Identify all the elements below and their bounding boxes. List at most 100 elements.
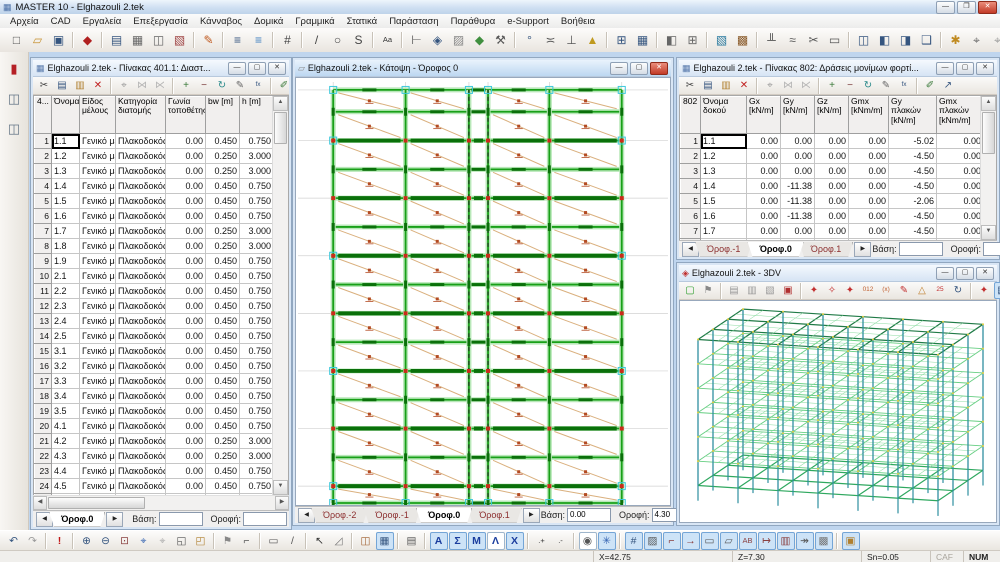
table-cell[interactable]: -11.38: [781, 194, 815, 209]
table-cell[interactable]: 0.250: [206, 149, 240, 164]
show-deck[interactable]: ▥: [777, 532, 795, 550]
split-cells[interactable]: ⋈: [134, 77, 151, 94]
table-cell[interactable]: 0.450: [206, 419, 240, 434]
menu-static[interactable]: Στατικά: [341, 14, 384, 28]
table-cell[interactable]: 0.00: [166, 389, 206, 404]
table-cell[interactable]: 0.450: [206, 464, 240, 479]
restore-button[interactable]: ❐: [957, 1, 976, 14]
table-cell[interactable]: 1.8: [52, 239, 80, 254]
table-cell[interactable]: 3.000: [240, 434, 273, 449]
row-number[interactable]: 22: [35, 449, 52, 464]
table-cell[interactable]: 1.6: [701, 209, 747, 224]
row-number[interactable]: 1: [681, 134, 701, 149]
table-cell[interactable]: 0.450: [206, 179, 240, 194]
table-cell[interactable]: 0.00: [166, 254, 206, 269]
table-cell[interactable]: 0.00: [166, 299, 206, 314]
window-cascade[interactable]: ◧: [875, 30, 895, 50]
row-number[interactable]: 6: [681, 209, 701, 224]
view3d-titlebar[interactable]: ◈ Elghazouli 2.tek - 3DV — ▢ ✕: [679, 265, 997, 282]
table-cell[interactable]: 0.00: [815, 134, 849, 149]
search-next[interactable]: ⌖: [967, 30, 987, 50]
table-cell[interactable]: 0.00: [166, 479, 206, 494]
layer-letter-a[interactable]: A: [430, 532, 448, 550]
table-cell[interactable]: 0.00: [815, 164, 849, 179]
table-cell[interactable]: 0.00: [747, 149, 781, 164]
table-cell[interactable]: Πλακοδοκός: [116, 404, 166, 419]
dims-numeric[interactable]: 012: [860, 282, 877, 299]
table-cell[interactable]: -4.50: [889, 179, 937, 194]
zoom-sheet[interactable]: ◰: [192, 532, 210, 550]
table-cell[interactable]: Γενικό με: [80, 149, 116, 164]
table-cell[interactable]: 3.3: [52, 374, 80, 389]
table-cell[interactable]: 0.00: [781, 134, 815, 149]
table-cell[interactable]: Πλακοδοκός: [116, 254, 166, 269]
table-cell[interactable]: 0.750: [240, 389, 273, 404]
table-cell[interactable]: 0.750: [240, 329, 273, 344]
table-cell[interactable]: Πλακοδοκός: [116, 134, 166, 149]
table-cell[interactable]: 0.450: [206, 329, 240, 344]
add-row[interactable]: +: [178, 77, 195, 94]
table-cell[interactable]: 0.450: [206, 314, 240, 329]
table-cell[interactable]: -11.38: [781, 179, 815, 194]
table-cell[interactable]: 0.00: [849, 209, 889, 224]
film-strip[interactable]: ▭: [825, 30, 845, 50]
table-cell[interactable]: 0.750: [240, 359, 273, 374]
show-walls[interactable]: ⌐: [663, 532, 681, 550]
table-cell[interactable]: Πλακοδοκός: [116, 419, 166, 434]
table-cell[interactable]: 1.1: [701, 134, 747, 149]
element-list[interactable]: ≡: [228, 30, 248, 50]
menu-structural[interactable]: Δομικά: [248, 14, 289, 28]
table-cell[interactable]: Γενικό με: [80, 284, 116, 299]
zoom-extents-3d[interactable]: ▢: [682, 282, 699, 299]
roof-input[interactable]: [243, 512, 287, 526]
menu-windows[interactable]: Παράθυρα: [445, 14, 502, 28]
storey-tab[interactable]: Όροφ.0: [49, 512, 105, 527]
minimize-button[interactable]: —: [936, 1, 955, 14]
plan-close[interactable]: ✕: [650, 62, 668, 75]
table-cell[interactable]: 3.000: [240, 224, 273, 239]
table-cell[interactable]: 0.00: [166, 194, 206, 209]
table-cell[interactable]: 0.00: [815, 194, 849, 209]
image-capture[interactable]: ▧: [170, 30, 190, 50]
row-number[interactable]: 7: [681, 224, 701, 239]
point-remove[interactable]: .-: [552, 532, 570, 550]
scroll-up-icon[interactable]: ▲: [981, 96, 996, 111]
render-3d[interactable]: ▩: [733, 30, 753, 50]
delete-rows[interactable]: ✕: [90, 77, 107, 94]
show-grid[interactable]: #: [625, 532, 643, 550]
zoom-target[interactable]: ⌖: [135, 532, 153, 550]
table-cell[interactable]: 0.750: [240, 464, 273, 479]
paste[interactable]: ▥: [72, 77, 89, 94]
table-cell[interactable]: Πλακοδοκός: [116, 434, 166, 449]
table-cell[interactable]: 0.00: [166, 179, 206, 194]
table-cell[interactable]: 0.00: [747, 209, 781, 224]
table-cell[interactable]: Γενικό με: [80, 479, 116, 494]
show-nodes[interactable]: ↦: [758, 532, 776, 550]
row-number[interactable]: 5: [35, 194, 52, 209]
table-cell[interactable]: 0.00: [166, 374, 206, 389]
list-add[interactable]: ⊞: [612, 30, 632, 50]
table-cell[interactable]: 0.00: [849, 134, 889, 149]
view-3d[interactable]: ▧: [712, 30, 732, 50]
point-add[interactable]: .+: [533, 532, 551, 550]
table-cell[interactable]: 2.1: [52, 269, 80, 284]
table-cell[interactable]: 4.4: [52, 464, 80, 479]
table-cell[interactable]: 3.4: [52, 389, 80, 404]
table-cell[interactable]: 1.2: [701, 149, 747, 164]
formula[interactable]: fx: [250, 77, 267, 94]
table-cell[interactable]: Γενικό με: [80, 269, 116, 284]
copy-display[interactable]: ▤: [403, 532, 421, 550]
pick-from-drawing[interactable]: ⌖: [116, 77, 133, 94]
layer-x[interactable]: X: [506, 532, 524, 550]
scroll-thumb[interactable]: [48, 497, 145, 509]
table-cell[interactable]: 3.5: [52, 404, 80, 419]
row-number[interactable]: 24: [35, 479, 52, 494]
table-cell[interactable]: 0.450: [206, 359, 240, 374]
table-cell[interactable]: 3.000: [240, 239, 273, 254]
table-cell[interactable]: Γενικό με: [80, 329, 116, 344]
table-cell[interactable]: 0.750: [240, 479, 273, 494]
table-401-titlebar[interactable]: ▦ Elghazouli 2.tek - Πίνακας 401.1: Διασ…: [33, 60, 289, 77]
base-input[interactable]: 0.00: [567, 508, 611, 522]
table-cell[interactable]: 0.00: [815, 149, 849, 164]
table-cell[interactable]: Γενικό με: [80, 194, 116, 209]
